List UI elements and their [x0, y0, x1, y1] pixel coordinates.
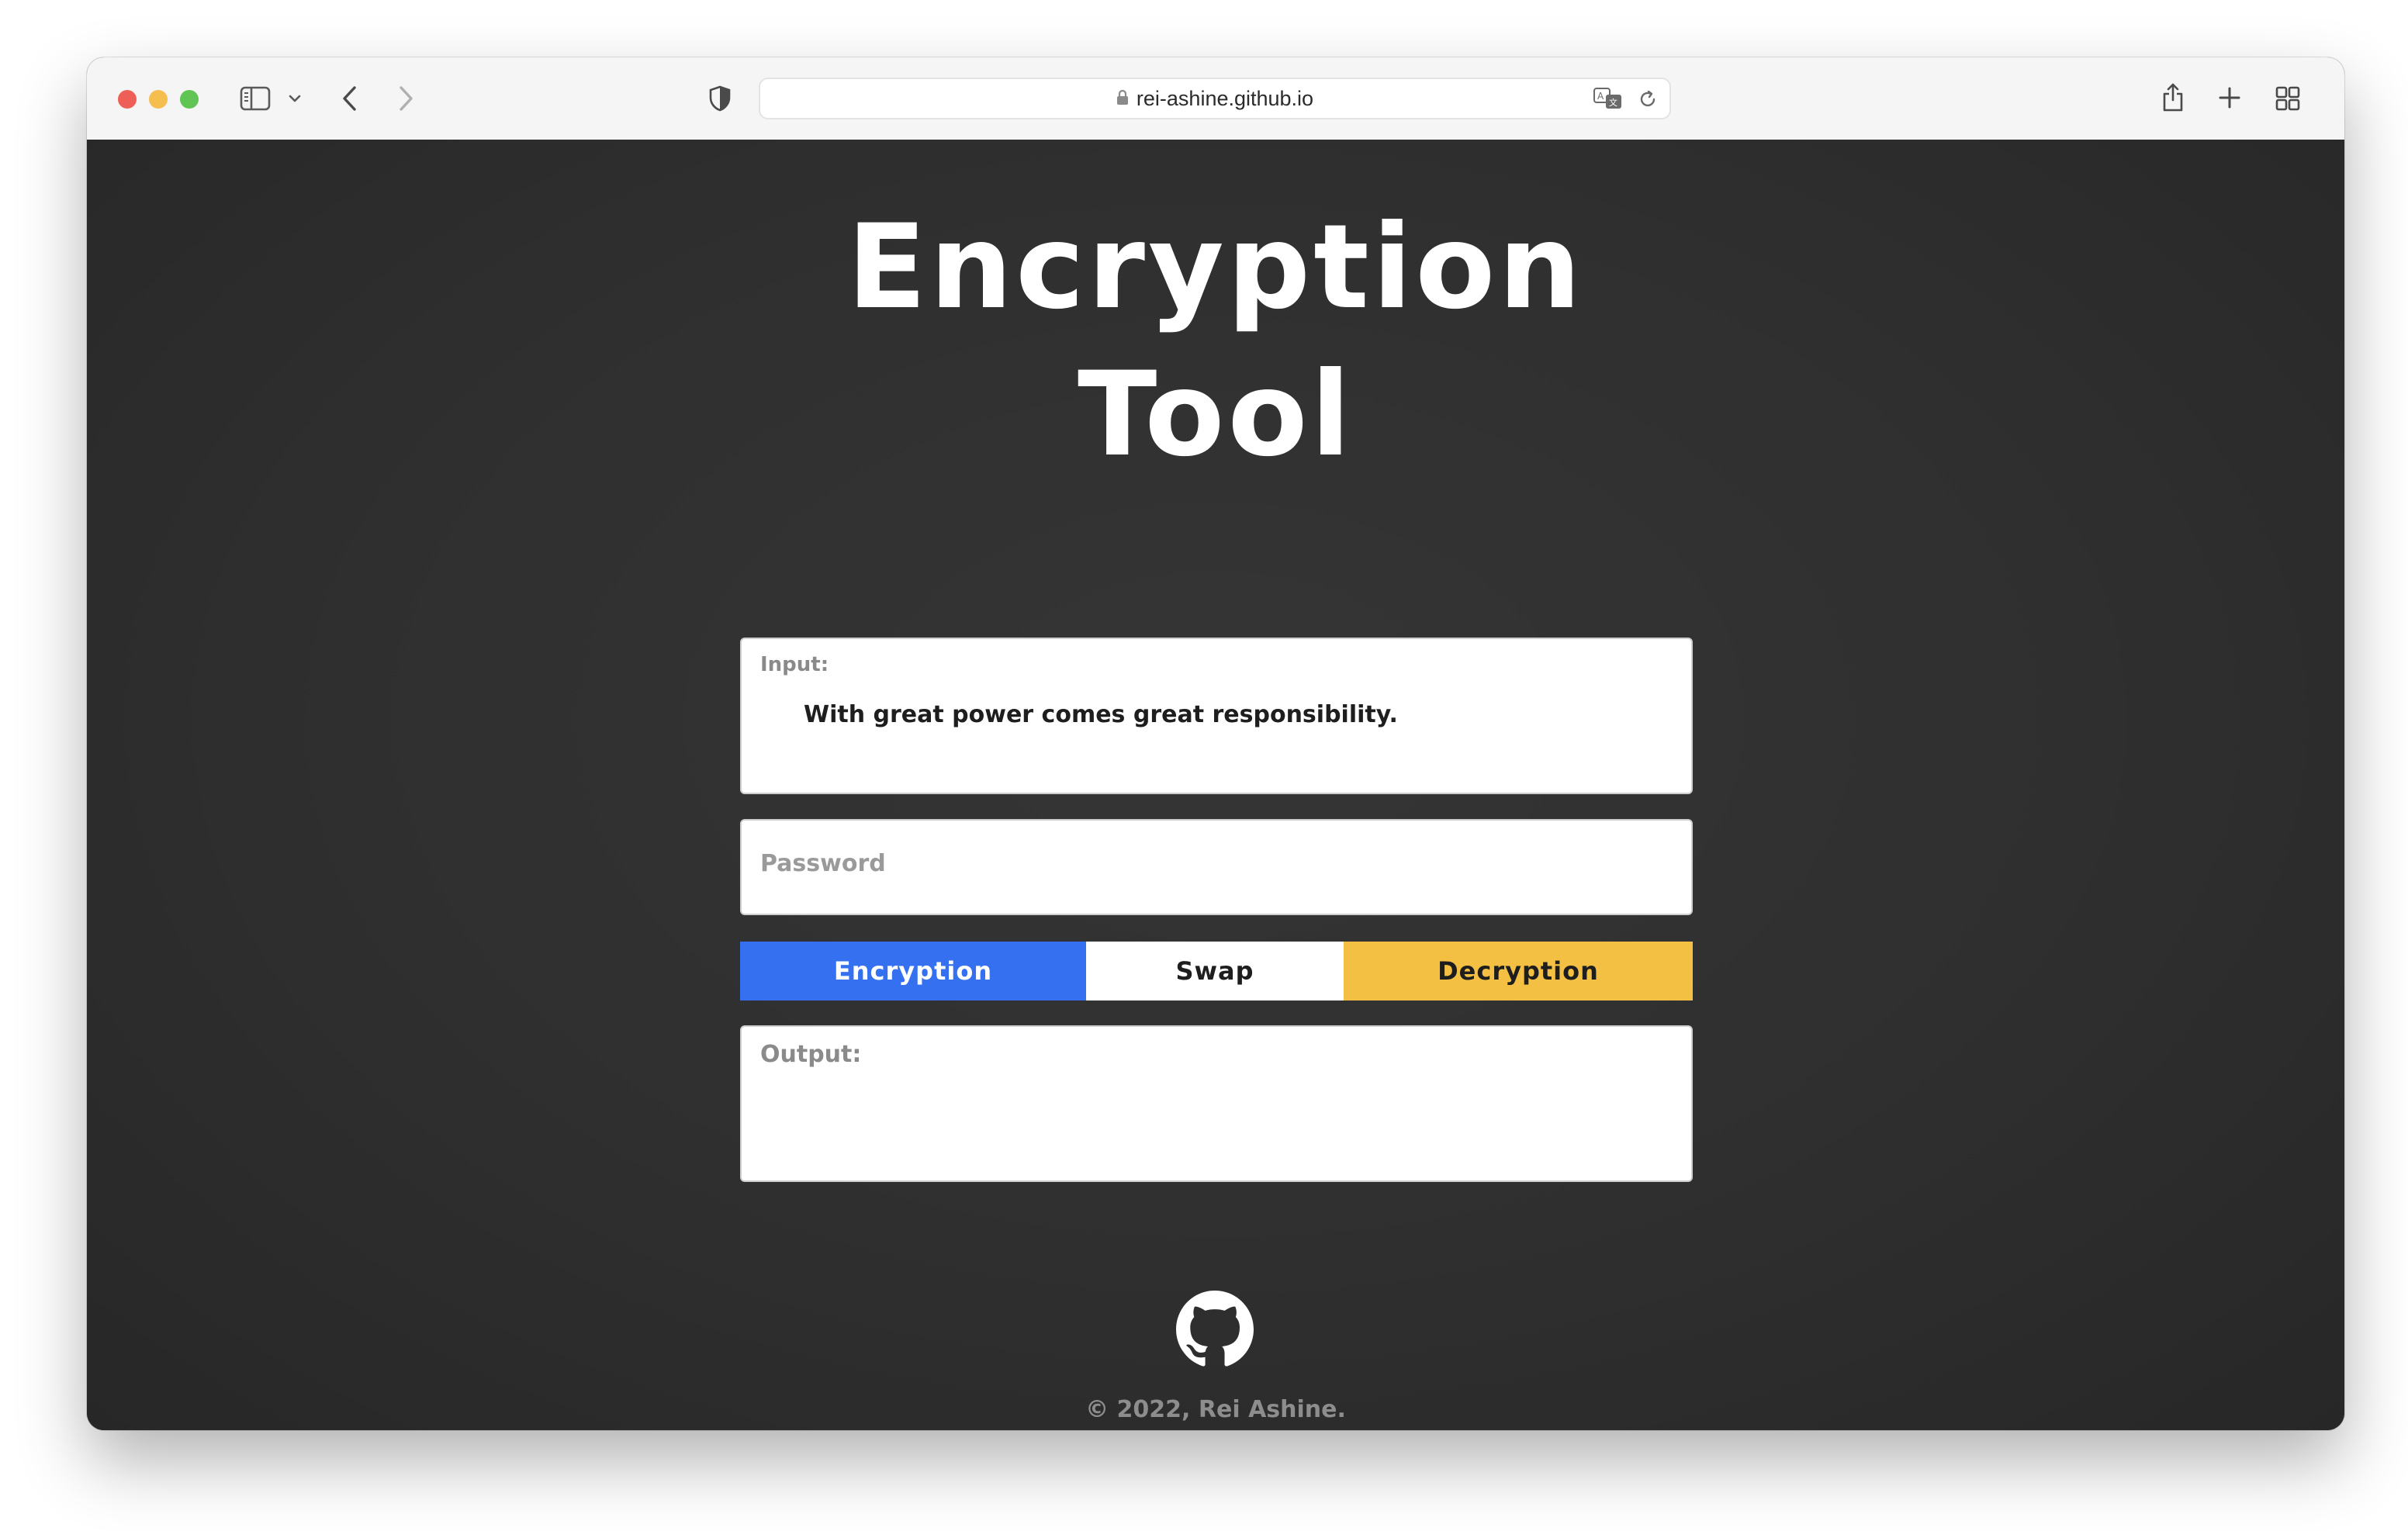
svg-text:文: 文 — [1609, 97, 1617, 108]
back-icon[interactable] — [338, 84, 362, 113]
minimize-window-button[interactable] — [149, 90, 168, 109]
new-tab-icon[interactable] — [2217, 85, 2242, 110]
forward-icon[interactable] — [394, 84, 417, 113]
sidebar-icon[interactable] — [239, 85, 272, 112]
input-label: Input: — [760, 653, 829, 676]
output-textarea[interactable]: Output: — [740, 1025, 1693, 1182]
shield-icon[interactable] — [708, 84, 732, 113]
decryption-button[interactable]: Decryption — [1344, 942, 1693, 1001]
chevron-down-icon[interactable] — [287, 92, 303, 105]
input-value: With great power comes great responsibil… — [804, 701, 1398, 728]
zoom-window-button[interactable] — [180, 90, 199, 109]
address-bar[interactable]: rei-ashine.github.io A文 — [759, 78, 1671, 119]
svg-text:A: A — [1597, 91, 1604, 102]
output-label: Output: — [760, 1041, 862, 1068]
translate-icon[interactable]: A文 — [1593, 87, 1623, 110]
encryption-button[interactable]: Encryption — [740, 942, 1086, 1001]
password-field[interactable]: Password — [740, 819, 1693, 915]
close-window-button[interactable] — [118, 90, 137, 109]
tab-overview-icon[interactable] — [2275, 85, 2301, 112]
github-icon[interactable] — [1176, 1291, 1254, 1368]
reload-icon[interactable] — [1637, 88, 1659, 110]
page-content: Encryption Tool Input: With great power … — [87, 140, 2344, 1430]
page-title: Encryption Tool — [87, 194, 2344, 489]
browser-window: rei-ashine.github.io A文 Encryption Tool … — [87, 57, 2344, 1430]
address-bar-content: rei-ashine.github.io — [760, 79, 1669, 118]
password-placeholder: Password — [760, 850, 886, 877]
page-title-line1: Encryption — [846, 200, 1585, 335]
share-icon[interactable] — [2160, 81, 2186, 113]
input-textarea[interactable]: Input: With great power comes great resp… — [740, 638, 1693, 794]
browser-toolbar: rei-ashine.github.io A文 — [87, 57, 2344, 141]
page-title-line2: Tool — [1078, 347, 1354, 482]
lock-icon — [1116, 87, 1129, 111]
swap-button[interactable]: Swap — [1086, 942, 1344, 1001]
url-text: rei-ashine.github.io — [1136, 86, 1314, 110]
footer-copyright: © 2022, Rei Ashine. — [1085, 1396, 1346, 1423]
